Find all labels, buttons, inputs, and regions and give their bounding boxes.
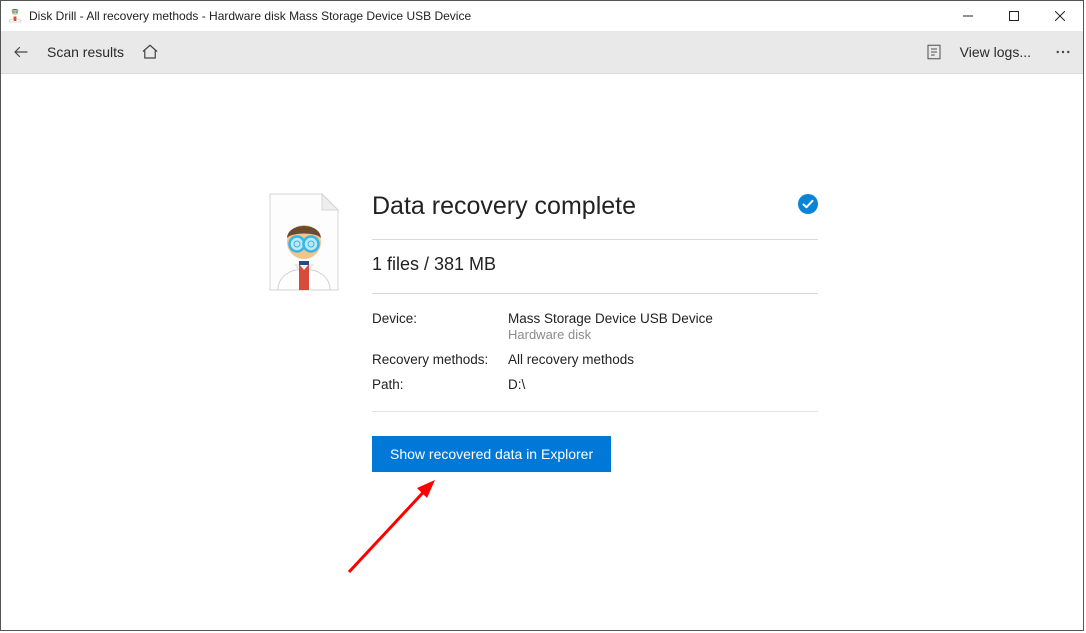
- path-value: D:\: [508, 377, 525, 392]
- heading-row: Data recovery complete: [372, 192, 818, 240]
- device-label: Device:: [372, 311, 508, 342]
- detail-row-methods: Recovery methods: All recovery methods: [372, 347, 818, 372]
- methods-value: All recovery methods: [508, 352, 634, 367]
- success-check-icon: [798, 194, 818, 219]
- window-controls: [945, 1, 1083, 31]
- device-subvalue: Hardware disk: [508, 327, 713, 342]
- minimize-button[interactable]: [945, 1, 991, 31]
- path-label: Path:: [372, 377, 508, 392]
- titlebar: Disk Drill - All recovery methods - Hard…: [1, 1, 1083, 31]
- detail-row-path: Path: D:\: [372, 372, 818, 397]
- result-summary: 1 files / 381 MB: [372, 240, 818, 294]
- back-button[interactable]: [9, 40, 33, 64]
- device-value: Mass Storage Device USB Device: [508, 311, 713, 326]
- window-title: Disk Drill - All recovery methods - Hard…: [29, 9, 471, 23]
- view-logs-button[interactable]: View logs...: [960, 44, 1031, 60]
- result-panel: Data recovery complete 1 files / 381 MB …: [266, 192, 818, 630]
- log-icon: [922, 40, 946, 64]
- show-in-explorer-button[interactable]: Show recovered data in Explorer: [372, 436, 611, 472]
- home-button[interactable]: [138, 40, 162, 64]
- detail-row-device: Device: Mass Storage Device USB Device H…: [372, 306, 818, 347]
- app-window: Disk Drill - All recovery methods - Hard…: [0, 0, 1084, 631]
- more-menu-button[interactable]: [1051, 40, 1075, 64]
- toolbar: Scan results View logs...: [1, 31, 1083, 74]
- maximize-button[interactable]: [991, 1, 1037, 31]
- methods-label: Recovery methods:: [372, 352, 508, 367]
- result-info: Data recovery complete 1 files / 381 MB …: [372, 192, 818, 630]
- result-illustration-icon: [266, 192, 342, 630]
- result-heading: Data recovery complete: [372, 192, 636, 221]
- close-button[interactable]: [1037, 1, 1083, 31]
- content-area: Data recovery complete 1 files / 381 MB …: [1, 74, 1083, 630]
- titlebar-left: Disk Drill - All recovery methods - Hard…: [1, 7, 945, 26]
- app-icon: [7, 7, 23, 26]
- scan-results-label[interactable]: Scan results: [47, 44, 124, 60]
- result-details: Device: Mass Storage Device USB Device H…: [372, 294, 818, 412]
